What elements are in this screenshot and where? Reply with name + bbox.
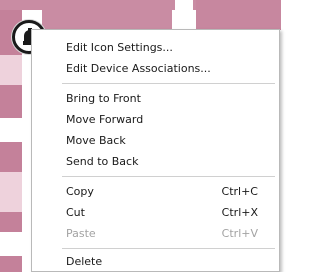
menu-item-label: Edit Device Associations... xyxy=(66,62,211,75)
menu-item-label: Edit Icon Settings... xyxy=(66,41,173,54)
menu-item-shortcut: Ctrl+C xyxy=(221,185,258,198)
menu-item-label: Cut xyxy=(66,206,85,219)
menu-item-shortcut: Ctrl+V xyxy=(221,227,258,240)
menu-item-move-forward[interactable]: Move Forward xyxy=(32,109,279,130)
menu-item-move-back[interactable]: Move Back xyxy=(32,130,279,151)
menu-item-label: Move Back xyxy=(66,134,126,147)
menu-item-label: Bring to Front xyxy=(66,92,141,105)
menu-separator xyxy=(62,176,275,177)
context-menu: Edit Icon Settings... Edit Device Associ… xyxy=(31,29,280,272)
menu-item-paste: Paste Ctrl+V xyxy=(32,223,279,244)
menu-item-label: Paste xyxy=(66,227,96,240)
menu-item-label: Move Forward xyxy=(66,113,144,126)
menu-item-label: Send to Back xyxy=(66,155,139,168)
menu-item-edit-icon-settings[interactable]: Edit Icon Settings... xyxy=(32,37,279,58)
menu-item-bring-to-front[interactable]: Bring to Front xyxy=(32,88,279,109)
menu-item-delete[interactable]: Delete xyxy=(32,251,279,272)
menu-item-send-to-back[interactable]: Send to Back xyxy=(32,151,279,172)
menu-item-cut[interactable]: Cut Ctrl+X xyxy=(32,202,279,223)
menu-item-edit-device-associations[interactable]: Edit Device Associations... xyxy=(32,58,279,79)
menu-separator xyxy=(62,83,275,84)
menu-item-copy[interactable]: Copy Ctrl+C xyxy=(32,181,279,202)
menu-separator xyxy=(62,248,275,249)
menu-item-label: Copy xyxy=(66,185,94,198)
menu-item-label: Delete xyxy=(66,255,103,268)
menu-item-shortcut: Ctrl+X xyxy=(221,206,258,219)
